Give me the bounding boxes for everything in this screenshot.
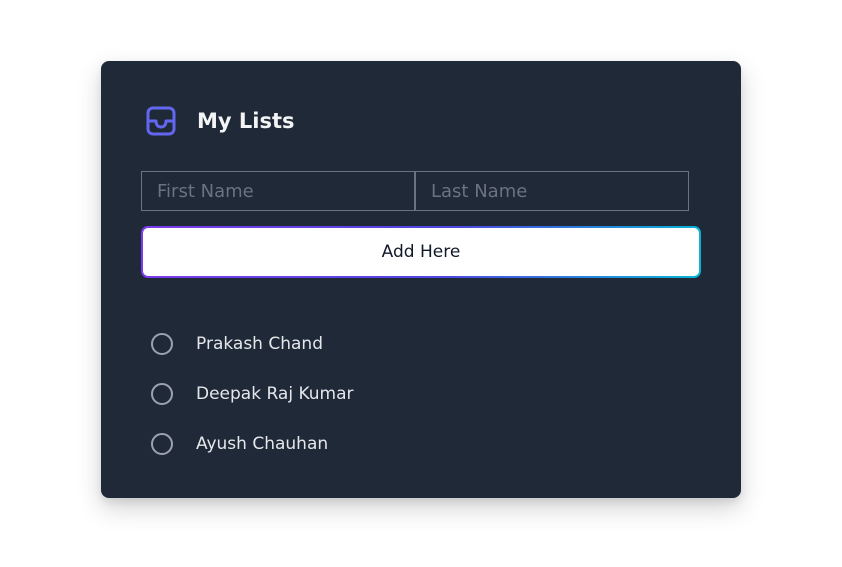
list-item: Ayush Chauhan: [151, 419, 354, 469]
my-lists-card: My Lists Add Here Prakash Chand Deepak R…: [101, 61, 741, 498]
list-item: Prakash Chand: [151, 319, 354, 369]
name-inputs: [141, 171, 689, 211]
radio-circle[interactable]: [151, 433, 173, 455]
list-item-label: Prakash Chand: [196, 334, 323, 354]
first-name-input[interactable]: [141, 171, 415, 211]
add-button-border: Add Here: [141, 226, 701, 278]
add-here-button[interactable]: Add Here: [143, 228, 699, 276]
list-item: Deepak Raj Kumar: [151, 369, 354, 419]
names-list: Prakash Chand Deepak Raj Kumar Ayush Cha…: [151, 319, 354, 469]
radio-circle[interactable]: [151, 383, 173, 405]
inbox-icon: [146, 106, 176, 136]
list-item-label: Deepak Raj Kumar: [196, 384, 354, 404]
page-title: My Lists: [197, 109, 295, 133]
card-header: My Lists: [146, 106, 295, 136]
list-item-label: Ayush Chauhan: [196, 434, 329, 454]
last-name-input[interactable]: [415, 171, 689, 211]
radio-circle[interactable]: [151, 333, 173, 355]
